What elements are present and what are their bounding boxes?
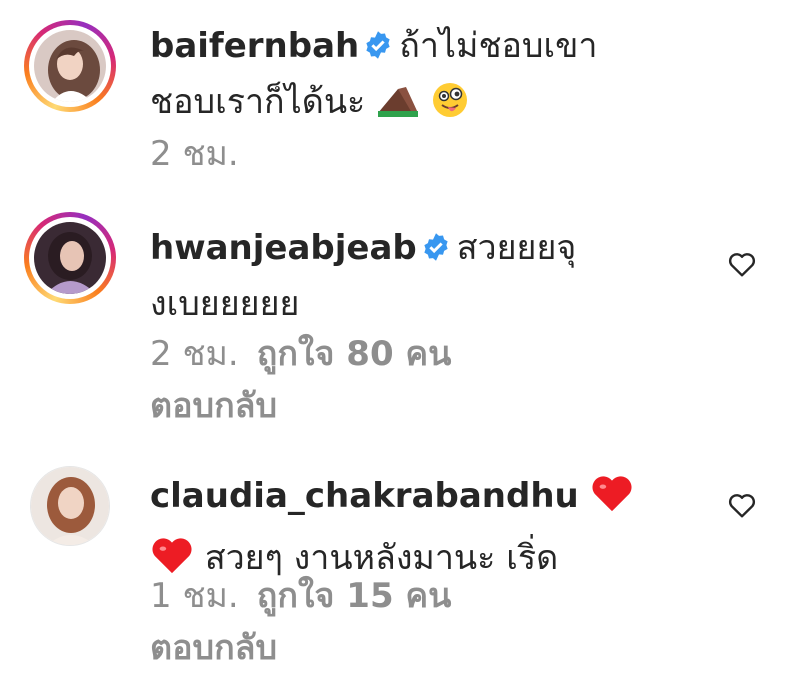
comment-username[interactable]: baifernbah [150,26,359,66]
reply-button[interactable]: ตอบกลับ [150,386,277,426]
comment-username[interactable]: hwanjeabjeab [150,228,417,268]
comment-text-line1: ถ้าไม่ชอบเขา [399,26,598,66]
avatar-photo-icon [34,222,106,294]
comment-meta: 1 ชม. ถูกใจ 15 คน ตอบกลับ [150,570,570,674]
comment-username[interactable]: claudia_chakrabandhu [150,476,579,516]
reply-button[interactable]: ตอบกลับ [150,628,277,668]
verified-badge-icon [366,31,390,59]
comment-text-line1: สวยยยจุ [456,228,577,268]
verified-badge-icon [424,233,448,261]
comment-body: hwanjeabjeab สวยยยจุ งเบยยยยย [150,220,710,332]
avatar[interactable] [24,212,116,304]
comment-likes[interactable]: ถูกใจ 15 คน [257,576,452,616]
comment-likes[interactable]: ถูกใจ 80 คน [257,334,452,374]
avatar-photo-icon [34,30,106,102]
comment-text-line2: ชอบเราก็ได้นะ [150,82,366,122]
comment-time[interactable]: 2 ชม. [150,134,239,174]
red-heart-emoji [590,473,634,530]
heart-outline-icon[interactable] [726,248,758,280]
comment-body: baifernbah ถ้าไม่ชอบเขา ชอบเราก็ได้นะ [150,18,710,136]
comment-time[interactable]: 2 ชม. [150,334,239,374]
comment-meta: 2 ชม. [150,128,570,180]
avatar[interactable] [24,20,116,112]
avatar[interactable] [30,466,110,546]
comment-time[interactable]: 1 ชม. [150,576,239,616]
avatar-photo-icon [31,467,109,545]
comment-text-line2: งเบยยยยย [150,284,300,324]
heart-outline-icon[interactable] [726,489,758,521]
comment-meta: 2 ชม. ถูกใจ 80 คน ตอบกลับ [150,328,570,432]
